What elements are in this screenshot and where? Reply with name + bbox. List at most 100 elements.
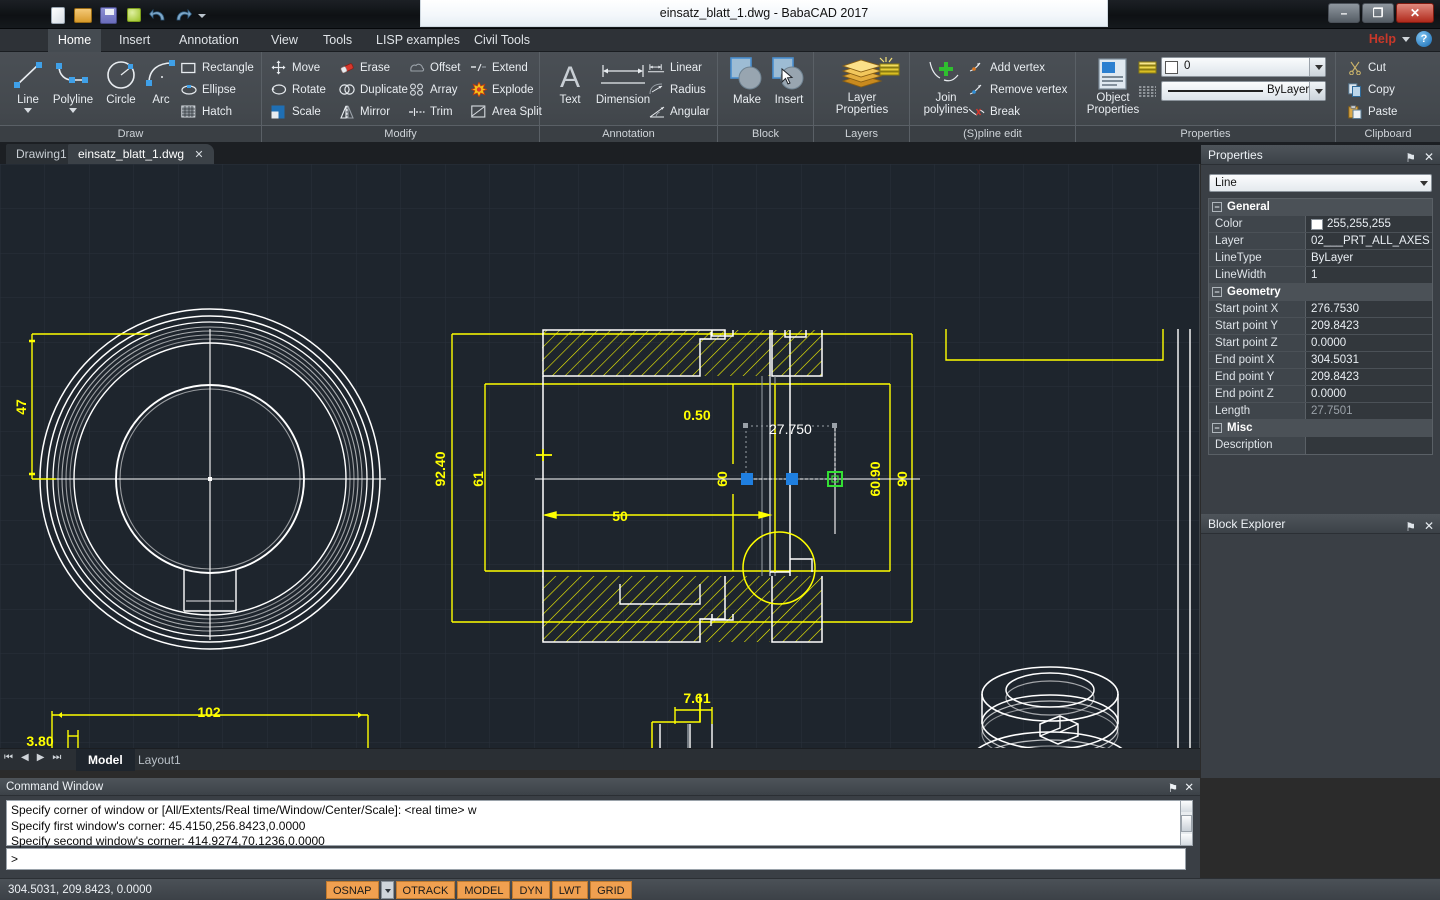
doc-tab-einsatz-blatt-1[interactable]: einsatz_blatt_1.dwg ✕ [68, 144, 214, 164]
maximize-button[interactable]: ❐ [1362, 3, 1394, 23]
break-button[interactable]: Break [968, 101, 1020, 122]
chevron-down-icon[interactable] [1309, 82, 1325, 100]
property-row-linewidth[interactable]: LineWidth 1 [1209, 267, 1432, 284]
command-history[interactable]: Specify corner of window or [All/Extents… [6, 800, 1186, 846]
drawing-canvas[interactable]: 27.750 [0, 164, 1200, 748]
hatch-button[interactable]: Hatch [180, 101, 232, 122]
polyline-button[interactable]: Polyline [50, 56, 96, 113]
layout1-tab[interactable]: Layout1 [126, 749, 193, 771]
erase-button[interactable]: Erase [338, 57, 390, 78]
layer-combo[interactable]: 0 [1161, 57, 1326, 77]
insert-block-button[interactable]: Insert [766, 54, 812, 106]
area-split-button[interactable]: Area Split [470, 101, 542, 122]
new-file-icon[interactable] [51, 7, 65, 24]
object-type-combo[interactable]: Line [1209, 174, 1432, 192]
linear-dimension-button[interactable]: Linear [648, 57, 702, 78]
offset-button[interactable]: Offset [408, 57, 460, 78]
property-value[interactable]: 255,255,255 [1306, 216, 1432, 232]
command-history-scrollbar[interactable] [1180, 800, 1193, 846]
scroll-thumb[interactable] [1181, 815, 1192, 832]
property-group-general[interactable]: − General [1209, 199, 1432, 216]
nav-prev-icon[interactable]: ◀ [21, 752, 29, 763]
extend-button[interactable]: Extend [470, 57, 528, 78]
property-row-layer[interactable]: Layer 02___PRT_ALL_AXES [1209, 233, 1432, 250]
render-icon[interactable] [127, 8, 141, 22]
doc-tab-drawing1[interactable]: Drawing1 [6, 144, 77, 164]
property-value[interactable]: 1 [1306, 267, 1432, 283]
property-value[interactable]: 0.0000 [1306, 386, 1432, 402]
pin-icon[interactable]: ⚑ [1405, 148, 1416, 168]
dyn-toggle[interactable]: DYN [512, 881, 549, 899]
lwt-toggle[interactable]: LWT [552, 881, 588, 899]
grid-toggle[interactable]: GRID [590, 881, 632, 899]
scroll-down-icon[interactable] [1181, 834, 1192, 845]
object-properties-button[interactable]: Object Properties [1082, 56, 1144, 116]
rotate-button[interactable]: Rotate [270, 79, 326, 100]
property-row-linetype[interactable]: LineType ByLayer [1209, 250, 1432, 267]
property-row-color[interactable]: Color 255,255,255 [1209, 216, 1432, 233]
property-group-misc[interactable]: − Misc [1209, 420, 1432, 437]
open-file-icon[interactable] [74, 8, 92, 23]
text-button[interactable]: A Text [547, 56, 593, 106]
close-icon[interactable]: ✕ [1424, 147, 1434, 167]
property-row-end-y[interactable]: End point Y 209.8423 [1209, 369, 1432, 386]
tab-lisp-examples[interactable]: LISP examples [364, 29, 472, 52]
scale-button[interactable]: Scale [270, 101, 321, 122]
arc-button[interactable]: Arc [138, 56, 184, 106]
collapse-icon[interactable]: − [1212, 202, 1222, 212]
help-circle-icon[interactable]: ? [1416, 31, 1432, 47]
osnap-toggle[interactable]: OSNAP [326, 881, 379, 899]
collapse-icon[interactable]: − [1212, 287, 1222, 297]
explode-button[interactable]: Explode [470, 79, 534, 100]
radius-dimension-button[interactable]: Radius [648, 79, 706, 100]
property-value[interactable]: 0.0000 [1306, 335, 1432, 351]
tab-tools[interactable]: Tools [311, 29, 364, 52]
collapse-icon[interactable]: − [1212, 423, 1222, 433]
angular-dimension-button[interactable]: Angular [648, 101, 710, 122]
model-toggle[interactable]: MODEL [457, 881, 510, 899]
property-row-start-z[interactable]: Start point Z 0.0000 [1209, 335, 1432, 352]
tab-annotation[interactable]: Annotation [167, 29, 251, 52]
paste-button[interactable]: Paste [1346, 101, 1397, 122]
block-explorer-body[interactable] [1201, 534, 1440, 778]
rectangle-button[interactable]: Rectangle [180, 57, 254, 78]
linetype-combo[interactable]: ByLayer [1161, 81, 1326, 101]
help-link[interactable]: Help [1369, 32, 1396, 46]
tab-home[interactable]: Home [48, 29, 101, 52]
property-row-start-y[interactable]: Start point Y 209.8423 [1209, 318, 1432, 335]
cut-button[interactable]: Cut [1346, 57, 1386, 78]
tab-insert[interactable]: Insert [107, 29, 162, 52]
scroll-up-icon[interactable] [1181, 801, 1192, 812]
remove-vertex-button[interactable]: Remove vertex [968, 79, 1067, 100]
array-button[interactable]: Array [408, 79, 457, 100]
line-button[interactable]: Line [5, 56, 51, 113]
undo-icon[interactable] [149, 8, 168, 23]
property-value[interactable] [1306, 437, 1432, 454]
chevron-down-icon[interactable] [197, 6, 206, 24]
trim-button[interactable]: Trim [408, 101, 453, 122]
nav-last-icon[interactable]: ⏭ [52, 752, 61, 763]
layer-state-icon[interactable] [876, 56, 904, 79]
property-value[interactable]: 304.5031 [1306, 352, 1432, 368]
property-row-end-x[interactable]: End point X 304.5031 [1209, 352, 1432, 369]
mirror-button[interactable]: Mirror [338, 101, 390, 122]
tab-civil-tools[interactable]: Civil Tools [462, 29, 542, 52]
property-value[interactable]: 276.7530 [1306, 301, 1432, 317]
command-input[interactable]: > [6, 848, 1186, 870]
chevron-down-icon[interactable] [1420, 181, 1428, 186]
minimize-button[interactable]: – [1328, 3, 1360, 23]
osnap-dropdown-icon[interactable] [381, 881, 394, 899]
chevron-down-icon[interactable] [24, 108, 32, 113]
move-button[interactable]: Move [270, 57, 320, 78]
ellipse-button[interactable]: Ellipse [180, 79, 236, 100]
property-row-end-z[interactable]: End point Z 0.0000 [1209, 386, 1432, 403]
close-icon[interactable]: ✕ [1184, 779, 1194, 797]
add-vertex-button[interactable]: Add vertex [968, 57, 1045, 78]
chevron-down-icon[interactable] [1309, 58, 1325, 76]
close-icon[interactable]: ✕ [1424, 516, 1434, 536]
duplicate-button[interactable]: Duplicate [338, 79, 408, 100]
redo-icon[interactable] [173, 8, 192, 23]
close-icon[interactable]: ✕ [194, 149, 203, 161]
property-value[interactable]: 209.8423 [1306, 318, 1432, 334]
property-value[interactable]: ByLayer [1306, 250, 1432, 266]
